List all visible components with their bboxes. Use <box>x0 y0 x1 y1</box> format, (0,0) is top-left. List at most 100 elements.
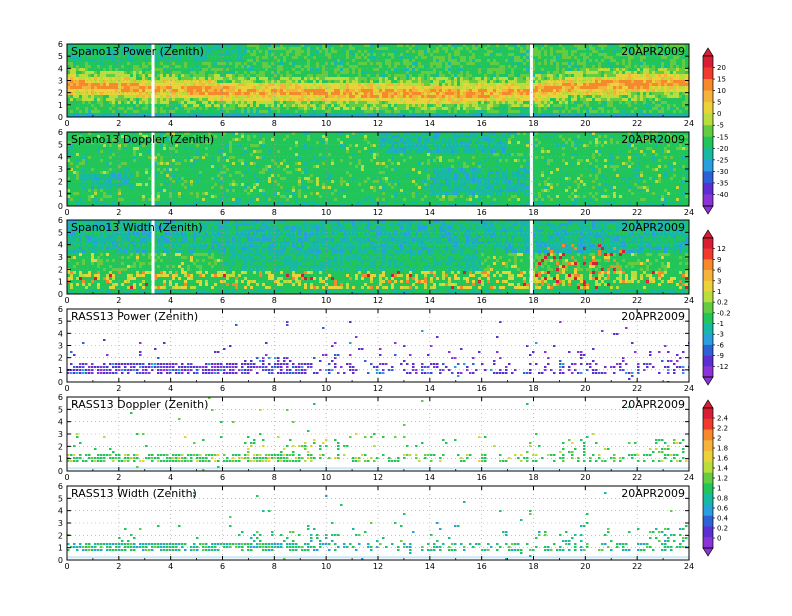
x-tick-label: 14 <box>425 473 435 482</box>
colorbar-label: 0 <box>717 110 721 118</box>
profiler-figure: 0246810121416182022240123456Spano13 Powe… <box>0 0 792 612</box>
y-tick-label: 3 <box>58 430 63 439</box>
x-tick-label: 0 <box>64 208 69 217</box>
x-tick-label: 14 <box>425 208 435 217</box>
colorbar-swatch <box>703 259 713 270</box>
x-tick-label: 16 <box>477 473 487 482</box>
y-tick-label: 6 <box>58 40 63 49</box>
colorbar-label: -30 <box>717 168 728 176</box>
y-tick-label: 4 <box>58 64 63 73</box>
colorbar-swatch <box>703 249 713 260</box>
x-tick-label: 10 <box>321 119 331 128</box>
x-tick-label: 4 <box>168 473 173 482</box>
colorbar-3: 2.42.221.81.61.41.210.80.60.40.20 <box>703 400 729 556</box>
x-tick-label: 14 <box>425 119 435 128</box>
colorbar-label: -20 <box>717 145 728 153</box>
colorbar-arrow-top <box>703 400 713 408</box>
colorbar-swatch <box>703 171 713 183</box>
panel-date: 20APR2009 <box>621 45 685 58</box>
panel-date: 20APR2009 <box>621 487 685 500</box>
x-tick-label: 12 <box>373 384 383 393</box>
y-tick-label: 3 <box>58 253 63 262</box>
x-tick-label: 6 <box>220 208 225 217</box>
y-tick-label: 6 <box>58 128 63 137</box>
y-tick-label: 6 <box>58 216 63 225</box>
colorbar-label: -25 <box>717 156 728 164</box>
x-tick-label: 20 <box>580 473 590 482</box>
colorbar-swatch <box>703 91 713 103</box>
colorbar-label: 1.6 <box>717 455 729 463</box>
x-tick-label: 4 <box>168 384 173 393</box>
colorbar-swatch <box>703 281 713 292</box>
colorbar-swatch <box>703 462 713 473</box>
colorbar-label: -12 <box>717 363 728 371</box>
y-tick-label: 4 <box>58 329 63 338</box>
panel-title: Spano13 Power (Zenith) <box>71 45 204 58</box>
x-tick-label: 8 <box>272 296 277 305</box>
panel-title: RASS13 Doppler (Zenith) <box>71 398 208 411</box>
colorbar-swatch <box>703 137 713 149</box>
y-tick-label: 0 <box>58 202 63 211</box>
colorbar-2: 1296310.2-0.2-1-3-6-9-12 <box>703 230 731 385</box>
colorbar-swatch <box>703 430 713 441</box>
colorbar-swatch <box>703 526 713 537</box>
y-tick-label: 6 <box>58 393 63 402</box>
panel-date: 20APR2009 <box>621 221 685 234</box>
x-tick-label: 20 <box>580 208 590 217</box>
x-tick-label: 24 <box>684 119 694 128</box>
y-tick-label: 6 <box>58 482 63 491</box>
y-tick-label: 1 <box>58 544 63 553</box>
colorbar-label: -5 <box>717 122 724 130</box>
panel-title: RASS13 Width (Zenith) <box>71 487 197 500</box>
y-tick-label: 2 <box>58 531 63 540</box>
panel-title: RASS13 Power (Zenith) <box>71 310 198 323</box>
y-tick-label: 4 <box>58 153 63 162</box>
figure-svg: 0246810121416182022240123456Spano13 Powe… <box>0 0 792 612</box>
x-tick-label: 22 <box>632 119 642 128</box>
x-tick-label: 10 <box>321 296 331 305</box>
y-tick-label: 5 <box>58 405 63 414</box>
x-tick-label: 6 <box>220 119 225 128</box>
colorbar-label: 1 <box>717 485 721 493</box>
x-tick-label: 4 <box>168 119 173 128</box>
y-tick-label: 5 <box>58 494 63 503</box>
x-tick-label: 22 <box>632 296 642 305</box>
colorbar-swatch <box>703 270 713 281</box>
y-tick-label: 2 <box>58 354 63 363</box>
colorbar-swatch <box>703 183 713 195</box>
panel-6: 0246810121416182022240123456RASS13 Width… <box>58 482 694 571</box>
colorbar-label: 1 <box>717 288 721 296</box>
x-tick-label: 18 <box>528 119 538 128</box>
colorbar-label: -9 <box>717 352 724 360</box>
colorbar-swatch <box>703 356 713 367</box>
colorbar-swatch <box>703 516 713 527</box>
x-tick-label: 2 <box>116 296 121 305</box>
y-tick-label: 1 <box>58 455 63 464</box>
rass-points <box>67 321 691 383</box>
colorbar-arrow-top <box>703 48 713 56</box>
x-tick-label: 16 <box>477 119 487 128</box>
panel-title: Spano13 Width (Zenith) <box>71 221 203 234</box>
colorbar-label: 3 <box>717 277 721 285</box>
colorbar-swatch <box>703 194 713 206</box>
x-tick-label: 18 <box>528 208 538 217</box>
y-tick-label: 3 <box>58 519 63 528</box>
x-tick-label: 12 <box>373 473 383 482</box>
colorbar-label: 10 <box>717 87 726 95</box>
x-tick-label: 0 <box>64 473 69 482</box>
x-tick-label: 18 <box>528 296 538 305</box>
colorbar-swatch <box>703 345 713 356</box>
x-tick-label: 6 <box>220 562 225 571</box>
colorbar-label: 1.8 <box>717 445 728 453</box>
y-tick-label: 0 <box>58 378 63 387</box>
x-tick-label: 20 <box>580 296 590 305</box>
x-tick-label: 22 <box>632 384 642 393</box>
colorbar-label: 0 <box>717 535 721 543</box>
y-tick-label: 4 <box>58 418 63 427</box>
y-tick-label: 3 <box>58 165 63 174</box>
y-tick-label: 3 <box>58 77 63 86</box>
colorbar-swatch <box>703 505 713 516</box>
y-tick-label: 1 <box>58 101 63 110</box>
x-tick-label: 10 <box>321 473 331 482</box>
colorbar-label: 2 <box>717 435 721 443</box>
